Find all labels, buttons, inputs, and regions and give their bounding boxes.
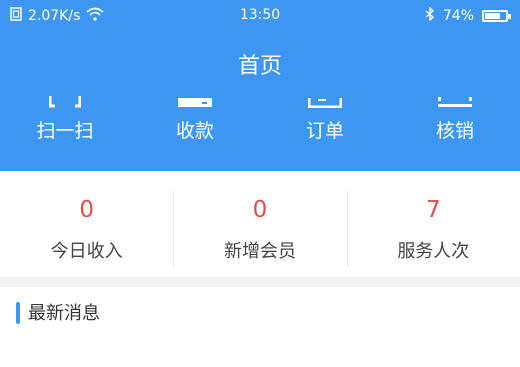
battery-fill	[485, 13, 500, 19]
action-label: 订单	[305, 120, 344, 142]
stat-label: 今日收入	[50, 241, 123, 262]
stat-value: 0	[79, 197, 94, 223]
quick-actions: 扫一扫 收款 订单 核销	[0, 94, 520, 143]
news-title: 最新消息	[28, 303, 100, 324]
stat-value: 7	[426, 197, 441, 223]
action-label: 收款	[175, 120, 214, 142]
news-section: 最新消息	[0, 287, 520, 367]
page-title: 首页	[237, 54, 282, 79]
app-header: 2.07K/s 13:50 74% 首页 扫一扫 收款 订单 核销	[0, 0, 520, 171]
stat-service-count[interactable]: 7 服务人次	[346, 171, 520, 277]
action-order[interactable]: 订单	[260, 94, 390, 143]
bluetooth-icon	[425, 6, 435, 25]
verify-icon	[390, 94, 520, 108]
status-bar: 2.07K/s 13:50 74%	[0, 0, 520, 30]
scan-icon	[0, 94, 130, 108]
stat-value: 0	[252, 197, 268, 223]
action-payment[interactable]: 收款	[130, 94, 260, 143]
order-icon	[260, 94, 390, 108]
stat-income[interactable]: 0 今日收入	[0, 171, 173, 277]
stat-label: 服务人次	[397, 241, 470, 262]
stat-new-members[interactable]: 0 新增会员	[173, 171, 346, 277]
action-label: 扫一扫	[36, 120, 94, 142]
payment-icon	[130, 94, 260, 108]
action-label: 核销	[435, 120, 474, 142]
battery-percent: 74%	[442, 8, 474, 24]
stat-label: 新增会员	[223, 241, 296, 262]
action-scan[interactable]: 扫一扫	[0, 94, 130, 143]
stats-panel: 0 今日收入 0 新增会员 7 服务人次	[0, 171, 520, 277]
status-right: 74%	[425, 6, 511, 25]
action-verify[interactable]: 核销	[390, 94, 520, 143]
section-accent-bar	[16, 302, 20, 324]
battery-icon	[482, 10, 511, 22]
